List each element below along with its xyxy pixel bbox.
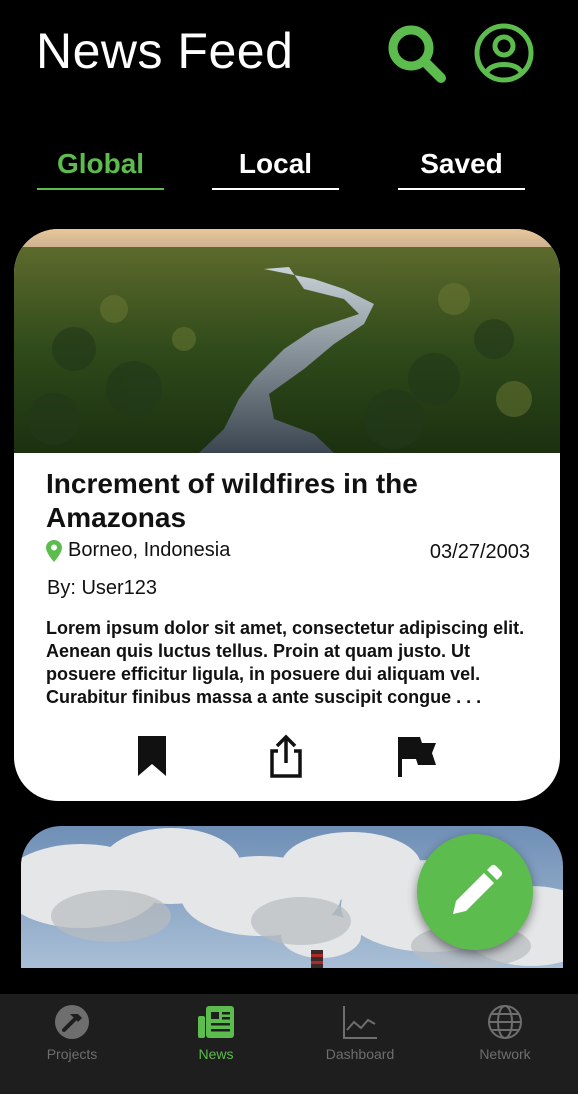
bookmark-button[interactable] (132, 733, 172, 779)
page-title: News Feed (36, 23, 294, 79)
share-button[interactable] (266, 733, 306, 779)
article-title[interactable]: Increment of wildfires in the Amazonas (46, 467, 526, 535)
tab-label: Global (56, 148, 145, 179)
share-icon (270, 734, 302, 778)
bookmark-icon (138, 736, 166, 776)
tab-underline (398, 188, 525, 190)
nav-item-projects[interactable]: Projects (0, 994, 144, 1094)
hammer-icon (55, 1005, 89, 1039)
article-location: Borneo, Indonesia (46, 539, 230, 562)
article-date: 03/27/2003 (429, 541, 530, 563)
compose-button[interactable] (417, 834, 533, 950)
article-image (14, 229, 560, 453)
nav-item-news[interactable]: News (144, 994, 288, 1094)
nav-label: Network (479, 1046, 531, 1062)
chart-icon (343, 1006, 377, 1039)
tab-global[interactable]: Global (37, 148, 164, 190)
profile-button[interactable] (473, 22, 535, 84)
tab-label: Saved (420, 148, 503, 179)
nav-item-dashboard[interactable]: Dashboard (288, 994, 432, 1094)
article-excerpt: Lorem ipsum dolor sit amet, consectetur … (46, 618, 525, 707)
tab-saved[interactable]: Saved (398, 148, 525, 190)
nav-item-network[interactable]: Network (433, 994, 577, 1094)
search-button[interactable] (385, 22, 449, 86)
nav-label: Dashboard (325, 1046, 395, 1062)
nav-label: News (198, 1046, 234, 1062)
tab-local[interactable]: Local (212, 148, 339, 190)
search-icon (388, 25, 446, 83)
tab-underline (37, 188, 164, 190)
article-author: By: User123 (47, 577, 158, 599)
user-circle-icon (474, 23, 534, 83)
feed-tabs: Global Local Saved (0, 140, 578, 192)
report-button[interactable] (396, 733, 436, 779)
tab-underline (212, 188, 339, 190)
bottom-nav: Projects News Dashboard Network (0, 994, 578, 1094)
pencil-icon (453, 864, 503, 914)
flag-icon (398, 737, 436, 777)
location-pin-icon (46, 539, 62, 562)
newspaper-icon (198, 1006, 234, 1038)
app-header: News Feed (0, 0, 578, 110)
globe-icon (488, 1005, 522, 1039)
news-card[interactable]: Increment of wildfires in the Amazonas B… (14, 229, 560, 801)
tab-label: Local (238, 148, 313, 179)
nav-label: Projects (46, 1046, 98, 1062)
location-text: Borneo, Indonesia (68, 539, 231, 561)
